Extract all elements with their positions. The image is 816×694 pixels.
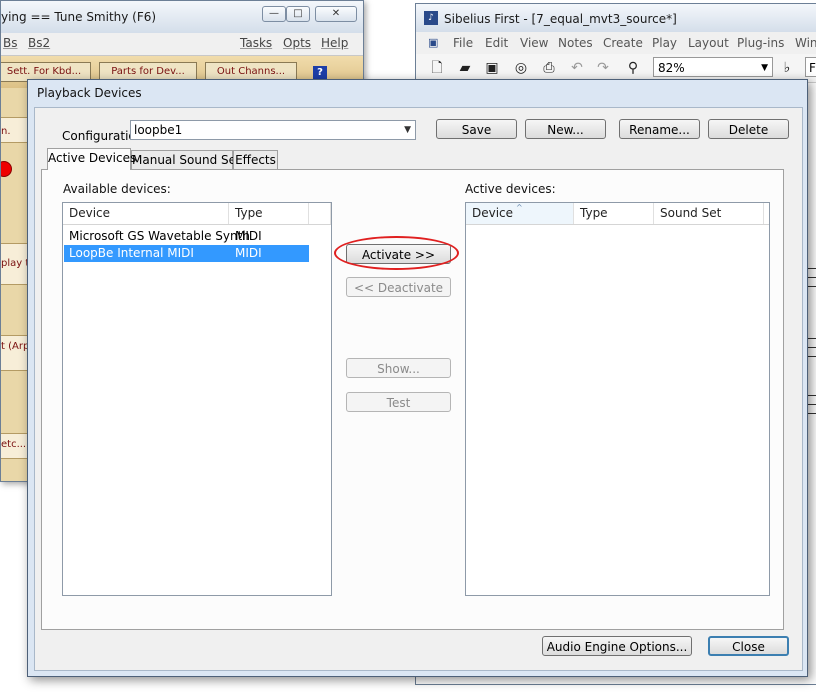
zoom-value: 82% [658, 61, 685, 75]
help-icon[interactable]: ? [313, 66, 327, 80]
sibelius-titlebar: ♪ Sibelius First - [7_equal_mvt3_source*… [416, 4, 816, 32]
device-name: Microsoft GS Wavetable Synth [69, 229, 250, 243]
tune-smithy-title: ying == Tune Smithy (F6) [1, 10, 157, 24]
open-file-icon[interactable]: ▰ [456, 59, 474, 77]
save-icon[interactable]: ▣ [483, 59, 501, 77]
zoom-select[interactable]: 82% ▼ [653, 57, 773, 77]
menu-view[interactable]: View [520, 36, 548, 50]
toolbar-field[interactable]: F [805, 57, 816, 77]
menu-help[interactable]: Help [321, 36, 348, 50]
redo-icon[interactable]: ↷ [594, 59, 612, 77]
device-name: LoopBe Internal MIDI [69, 246, 194, 260]
close-window-button[interactable]: ✕ [315, 6, 357, 22]
tune-smithy-text: etc... [1, 439, 27, 450]
tune-smithy-text: t (Arp [1, 341, 30, 352]
chevron-down-icon: ▼ [404, 125, 411, 135]
configuration-value: loopbe1 [134, 123, 183, 137]
show-button[interactable]: Show... [346, 358, 451, 378]
column-header-sound-set[interactable]: Sound Set [654, 203, 764, 224]
test-button[interactable]: Test [346, 392, 451, 412]
menu-layout[interactable]: Layout [688, 36, 729, 50]
menu-bs2[interactable]: Bs2 [28, 36, 50, 50]
menu-notes[interactable]: Notes [558, 36, 593, 50]
tune-smithy-text: n. [1, 126, 11, 137]
device-type: MIDI [235, 246, 262, 260]
tab-effects[interactable]: Effects [233, 150, 278, 169]
menu-play[interactable]: Play [652, 36, 677, 50]
sort-ascending-icon: ^ [516, 203, 523, 212]
menu-create[interactable]: Create [603, 36, 643, 50]
sibelius-app-icon: ♪ [424, 11, 438, 25]
column-header-device[interactable]: Device [63, 203, 229, 224]
tab-manual-sound-sets[interactable]: Manual Sound Sets [131, 150, 247, 169]
active-devices-label: Active devices: [465, 182, 556, 196]
document-icon[interactable]: ▣ [428, 36, 438, 49]
sibelius-title: Sibelius First - [7_equal_mvt3_source*] [444, 12, 677, 26]
column-header-type[interactable]: Type [574, 203, 654, 224]
sibelius-menubar: ▣ File Edit View Notes Create Play Layou… [416, 32, 816, 55]
playback-devices-dialog: Playback Devices Configuration: loopbe1 … [27, 79, 808, 677]
save-button[interactable]: Save [436, 119, 517, 139]
menu-edit[interactable]: Edit [485, 36, 508, 50]
cd-icon[interactable]: ◎ [512, 59, 530, 77]
deactivate-button[interactable]: << Deactivate [346, 277, 451, 297]
menu-window[interactable]: Win [795, 36, 816, 50]
dialog-title: Playback Devices [37, 86, 142, 100]
device-type: MIDI [235, 229, 262, 243]
active-devices-list[interactable]: Device ^ Type Sound Set [465, 202, 770, 596]
menu-bs[interactable]: Bs [3, 36, 17, 50]
close-button[interactable]: Close [708, 636, 789, 656]
menu-plugins[interactable]: Plug-ins [737, 36, 784, 50]
zoom-icon[interactable]: ⚲ [624, 59, 642, 77]
menu-opts[interactable]: Opts [283, 36, 311, 50]
chevron-down-icon: ▼ [761, 63, 768, 73]
maximize-button[interactable]: □ [286, 6, 310, 22]
column-header-type[interactable]: Type [229, 203, 309, 224]
available-devices-label: Available devices: [63, 182, 171, 196]
list-item-selected[interactable]: LoopBe Internal MIDI MIDI [64, 245, 309, 262]
undo-icon[interactable]: ↶ [568, 59, 586, 77]
activate-button[interactable]: Activate >> [346, 244, 451, 264]
configuration-select[interactable]: loopbe1 ▼ [130, 120, 416, 140]
list-header: Device ^ Type Sound Set [466, 203, 769, 225]
audio-engine-options-button[interactable]: Audio Engine Options... [542, 636, 692, 656]
menu-file[interactable]: File [453, 36, 473, 50]
record-indicator-icon[interactable] [1, 161, 12, 177]
list-item[interactable]: Microsoft GS Wavetable Synth MIDI [64, 228, 309, 245]
available-devices-list[interactable]: Device Type Microsoft GS Wavetable Synth… [62, 202, 332, 596]
flat-accidental-icon[interactable]: ♭ [778, 59, 796, 77]
print-icon[interactable]: ⎙ [540, 59, 558, 77]
minimize-button[interactable]: — [262, 6, 286, 22]
tune-smithy-menubar: Bs Bs2 Tasks Opts Help [1, 33, 363, 56]
tune-smithy-titlebar: ying == Tune Smithy (F6) — □ ✕ [1, 1, 363, 33]
list-header: Device Type [63, 203, 331, 225]
menu-tasks[interactable]: Tasks [240, 36, 272, 50]
delete-button[interactable]: Delete [708, 119, 789, 139]
new-file-icon[interactable]: 🗋 [428, 59, 446, 77]
tune-smithy-text: play t [1, 258, 30, 269]
rename-button[interactable]: Rename... [619, 119, 700, 139]
column-header-filler [309, 203, 331, 224]
tab-active-devices[interactable]: Active Devices [47, 148, 136, 170]
column-header-device-label: Device [472, 206, 514, 220]
column-header-device[interactable]: Device ^ [466, 203, 574, 224]
new-button[interactable]: New... [525, 119, 606, 139]
